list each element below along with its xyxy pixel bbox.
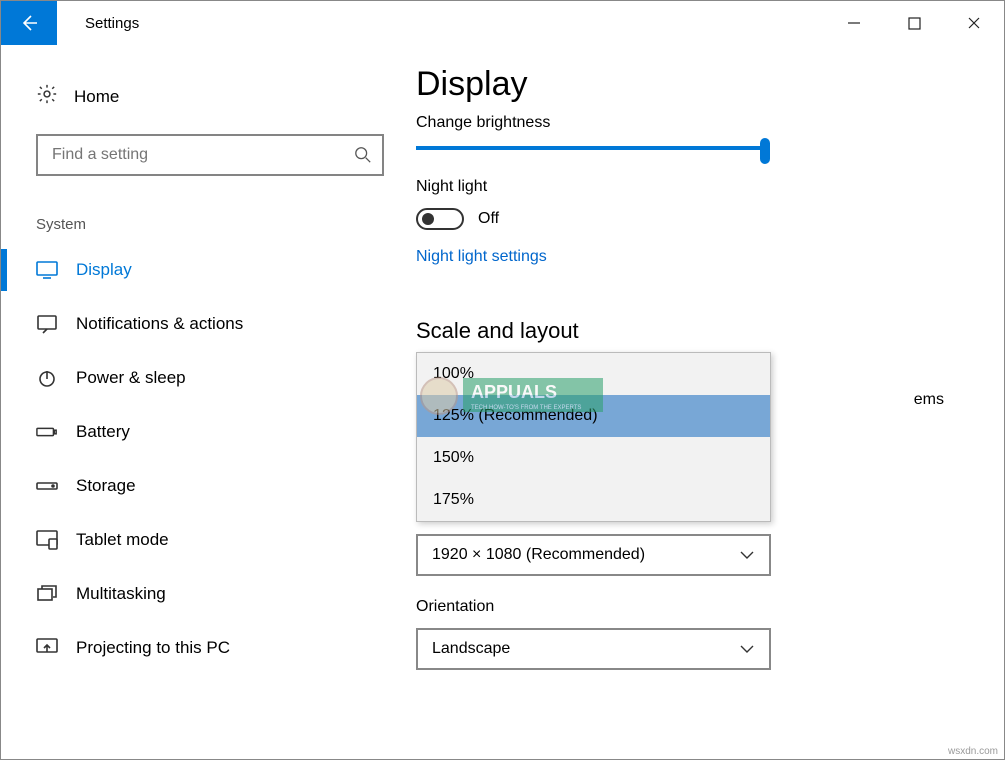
maximize-button[interactable] — [884, 1, 944, 45]
home-nav[interactable]: Home — [1, 67, 406, 126]
nightlight-settings-link[interactable]: Night light settings — [416, 248, 547, 266]
sidebar-item-label: Display — [76, 260, 384, 280]
chevron-down-icon — [739, 644, 755, 654]
sidebar-item-notifications[interactable]: Notifications & actions — [1, 297, 406, 351]
sidebar-item-label: Projecting to this PC — [76, 638, 384, 658]
scale-option-100[interactable]: 100% — [417, 353, 770, 395]
sidebar-item-projecting[interactable]: Projecting to this PC — [1, 621, 406, 675]
minimize-icon — [847, 16, 861, 30]
orientation-select[interactable]: Landscape — [416, 628, 771, 670]
sidebar-item-multitasking[interactable]: Multitasking — [1, 567, 406, 621]
sidebar-item-label: Storage — [76, 476, 384, 496]
scale-option-175[interactable]: 175% — [417, 479, 770, 521]
power-icon — [36, 367, 58, 389]
tablet-icon — [36, 529, 58, 551]
notifications-icon — [36, 313, 58, 335]
toggle-knob — [422, 213, 434, 225]
search-icon — [354, 146, 372, 164]
slider-thumb[interactable] — [760, 138, 770, 164]
page-title: Display — [416, 65, 944, 104]
nightlight-toggle[interactable] — [416, 208, 464, 230]
window-controls — [824, 1, 1004, 45]
arrow-left-icon — [19, 13, 39, 33]
sidebar: Home System Display Notifications & — [1, 45, 406, 759]
settings-window: Settings Home — [0, 0, 1005, 760]
titlebar: Settings — [1, 1, 1004, 45]
sidebar-item-label: Battery — [76, 422, 384, 442]
sidebar-item-label: Multitasking — [76, 584, 384, 604]
nightlight-state: Off — [478, 210, 499, 228]
brightness-slider[interactable] — [416, 146, 766, 150]
category-label: System — [1, 176, 406, 243]
sidebar-item-display[interactable]: Display — [1, 243, 406, 297]
search-box[interactable] — [36, 134, 384, 176]
resolution-select[interactable]: 1920 × 1080 (Recommended) — [416, 534, 771, 576]
sidebar-item-storage[interactable]: Storage — [1, 459, 406, 513]
close-button[interactable] — [944, 1, 1004, 45]
storage-icon — [36, 475, 58, 497]
minimize-button[interactable] — [824, 1, 884, 45]
chevron-down-icon — [739, 550, 755, 560]
sidebar-item-label: Tablet mode — [76, 530, 384, 550]
gear-icon — [36, 83, 58, 110]
project-icon — [36, 637, 58, 659]
sidebar-item-label: Power & sleep — [76, 368, 384, 388]
scale-text-truncated: ems — [914, 391, 944, 409]
sidebar-item-label: Notifications & actions — [76, 314, 384, 334]
scale-layout-heading: Scale and layout — [416, 318, 944, 344]
window-title: Settings — [57, 1, 824, 45]
content-area: Home System Display Notifications & — [1, 45, 1004, 759]
nightlight-label: Night light — [416, 178, 944, 196]
sidebar-item-battery[interactable]: Battery — [1, 405, 406, 459]
battery-icon — [36, 421, 58, 443]
sidebar-item-tablet[interactable]: Tablet mode — [1, 513, 406, 567]
main-pane: Display Change brightness Night light Of… — [406, 45, 1004, 759]
display-icon — [36, 259, 58, 281]
sidebar-item-power[interactable]: Power & sleep — [1, 351, 406, 405]
scale-dropdown-popup[interactable]: 100% 125% (Recommended) 150% 175% — [416, 352, 771, 522]
maximize-icon — [908, 17, 921, 30]
multitasking-icon — [36, 583, 58, 605]
resolution-value: 1920 × 1080 (Recommended) — [432, 546, 645, 564]
home-label: Home — [74, 87, 119, 107]
scale-option-125[interactable]: 125% (Recommended) — [417, 395, 770, 437]
orientation-value: Landscape — [432, 640, 510, 658]
orientation-label: Orientation — [416, 598, 944, 616]
back-button[interactable] — [1, 1, 57, 45]
close-icon — [967, 16, 981, 30]
search-input[interactable] — [50, 145, 354, 165]
brightness-label: Change brightness — [416, 114, 944, 132]
scale-option-150[interactable]: 150% — [417, 437, 770, 479]
credit-text: wsxdn.com — [948, 746, 998, 757]
